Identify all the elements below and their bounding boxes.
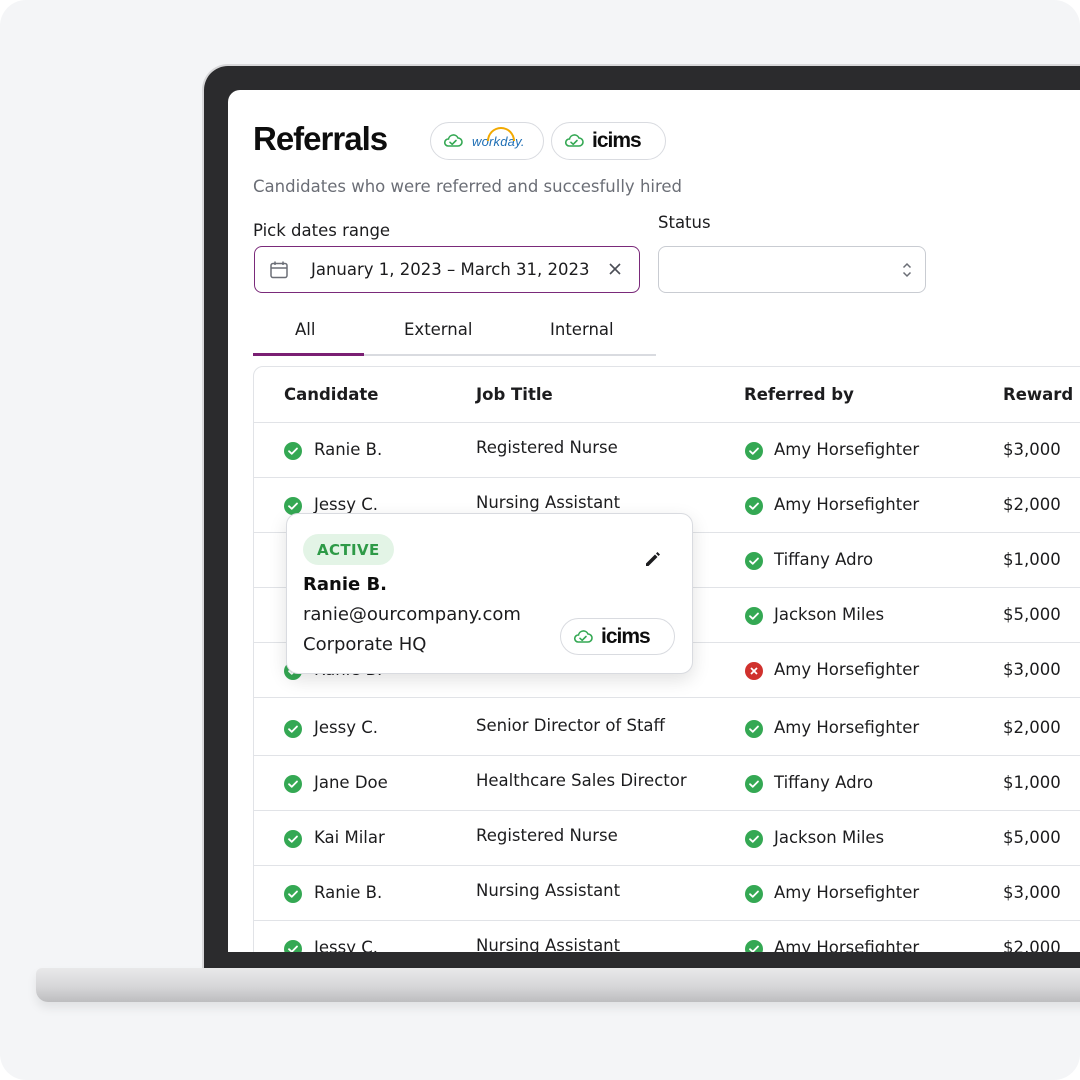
table-row[interactable]: Kai Milar Registered Nurse Jackson Miles $5… — [254, 811, 1080, 866]
check-status-icon — [745, 607, 763, 625]
icims-logo: icims — [601, 624, 651, 648]
icims-integration-badge[interactable]: icims — [551, 122, 666, 160]
check-status-icon — [745, 720, 763, 738]
clear-icon[interactable] — [607, 261, 623, 277]
icims-logo: icims — [592, 129, 642, 152]
candidate-name: Jessy C. — [314, 718, 378, 737]
referrer-name: Amy Horsefighter — [774, 938, 920, 952]
reward-amount: $3,000 — [1003, 660, 1061, 679]
referrer-name: Tiffany Adro — [774, 550, 874, 569]
candidate-status-icon — [284, 720, 302, 738]
edit-icon[interactable] — [643, 549, 663, 569]
table-row[interactable]: Jane Doe Healthcare Sales Director Tiffany… — [254, 756, 1080, 811]
job-title: Healthcare Sales Director — [476, 771, 687, 790]
referrer-name: Amy Horsefighter — [774, 495, 920, 514]
reward-amount: $2,000 — [1003, 938, 1061, 952]
popover-candidate-name: Ranie B. — [303, 574, 388, 595]
check-status-icon — [745, 830, 763, 848]
column-header-referred-by[interactable]: Referred by — [744, 385, 854, 404]
referrer-name: Tiffany Adro — [774, 773, 874, 792]
candidate-name: Ranie B. — [314, 440, 383, 459]
reward-amount: $1,000 — [1003, 550, 1061, 569]
job-title: Registered Nurse — [476, 826, 618, 845]
page-subtitle: Candidates who were referred and succesf… — [253, 177, 683, 196]
referrer-name: Jackson Miles — [774, 828, 885, 847]
referrer-name: Amy Horsefighter — [774, 660, 920, 679]
candidate-status-icon — [284, 885, 302, 903]
table-row[interactable]: Ranie B. Nursing Assistant Amy Horsefighte… — [254, 866, 1080, 921]
job-title: Nursing Assistant — [476, 936, 621, 952]
reward-amount: $5,000 — [1003, 828, 1061, 847]
error-status-icon — [745, 662, 763, 680]
table-header: Candidate Job Title Referred by Reward — [254, 367, 1080, 423]
reward-amount: $2,000 — [1003, 495, 1061, 514]
referrer-name: Amy Horsefighter — [774, 440, 920, 459]
referrer-name: Amy Horsefighter — [774, 718, 920, 737]
candidate-status-icon — [284, 830, 302, 848]
laptop-base — [36, 968, 1080, 1002]
job-title: Nursing Assistant — [476, 881, 621, 900]
tab-internal[interactable]: Internal — [550, 320, 614, 339]
check-status-icon — [745, 940, 763, 952]
table-row[interactable]: Ranie B. Registered Nurse Amy Horsefighter… — [254, 423, 1080, 478]
popover-candidate-location: Corporate HQ — [303, 634, 427, 655]
workday-arc-icon — [487, 126, 515, 141]
date-range-input[interactable]: January 1, 2023 – March 31, 2023 — [254, 246, 640, 293]
select-arrows-icon — [902, 262, 912, 278]
candidate-name: Jessy C. — [314, 938, 378, 952]
check-status-icon — [745, 775, 763, 793]
reward-amount: $5,000 — [1003, 605, 1061, 624]
column-header-job-title[interactable]: Job Title — [476, 385, 553, 404]
table-row[interactable]: Jessy C. Nursing Assistant Amy Horsefighte… — [254, 921, 1080, 952]
candidate-name: Ranie B. — [314, 883, 383, 902]
referrer-name: Jackson Miles — [774, 605, 885, 624]
tab-all[interactable]: All — [295, 320, 315, 339]
check-status-icon — [745, 442, 763, 460]
calendar-icon — [270, 261, 288, 278]
check-status-icon — [745, 497, 763, 515]
referrer-name: Amy Horsefighter — [774, 883, 920, 902]
check-status-icon — [745, 885, 763, 903]
active-tab-indicator — [253, 353, 364, 356]
reward-amount: $1,000 — [1003, 773, 1061, 792]
workday-integration-badge[interactable]: workday. — [430, 122, 544, 160]
column-header-reward[interactable]: Reward — [1003, 385, 1073, 404]
candidate-name: Jane Doe — [314, 773, 388, 792]
candidate-name: Kai Milar — [314, 828, 385, 847]
candidate-status-icon — [284, 775, 302, 793]
job-title: Senior Director of Staff — [476, 716, 665, 735]
cloud-check-icon — [443, 134, 463, 147]
check-status-icon — [745, 552, 763, 570]
page-title: Referrals — [253, 120, 388, 157]
candidate-status-icon — [284, 940, 302, 952]
popover-candidate-email[interactable]: ranie@ourcompany.com — [303, 604, 521, 625]
job-title: Nursing Assistant — [476, 493, 621, 512]
tab-external[interactable]: External — [404, 320, 472, 339]
candidate-name: Jessy C. — [314, 495, 378, 514]
date-range-label: Pick dates range — [253, 221, 391, 240]
reward-amount: $3,000 — [1003, 440, 1061, 459]
candidate-status-icon — [284, 442, 302, 460]
reward-amount: $2,000 — [1003, 718, 1061, 737]
table-row[interactable]: Jessy C. Senior Director of Staff Amy Hors… — [254, 701, 1080, 756]
date-range-value: January 1, 2023 – March 31, 2023 — [311, 260, 590, 279]
cloud-check-icon — [564, 134, 584, 147]
status-select[interactable] — [658, 246, 926, 293]
reward-amount: $3,000 — [1003, 883, 1061, 902]
cloud-check-icon — [573, 629, 593, 643]
popover-icims-badge[interactable]: icims — [560, 618, 675, 655]
tab-bar: All External Internal — [253, 308, 656, 356]
candidate-popover: ACTIVE Ranie B. ranie@ourcompany.com Cor… — [286, 513, 693, 674]
job-title: Registered Nurse — [476, 438, 618, 457]
workday-logo: workday. — [472, 126, 525, 149]
status-badge: ACTIVE — [303, 534, 394, 565]
status-label: Status — [658, 213, 711, 232]
column-header-candidate[interactable]: Candidate — [284, 385, 378, 404]
